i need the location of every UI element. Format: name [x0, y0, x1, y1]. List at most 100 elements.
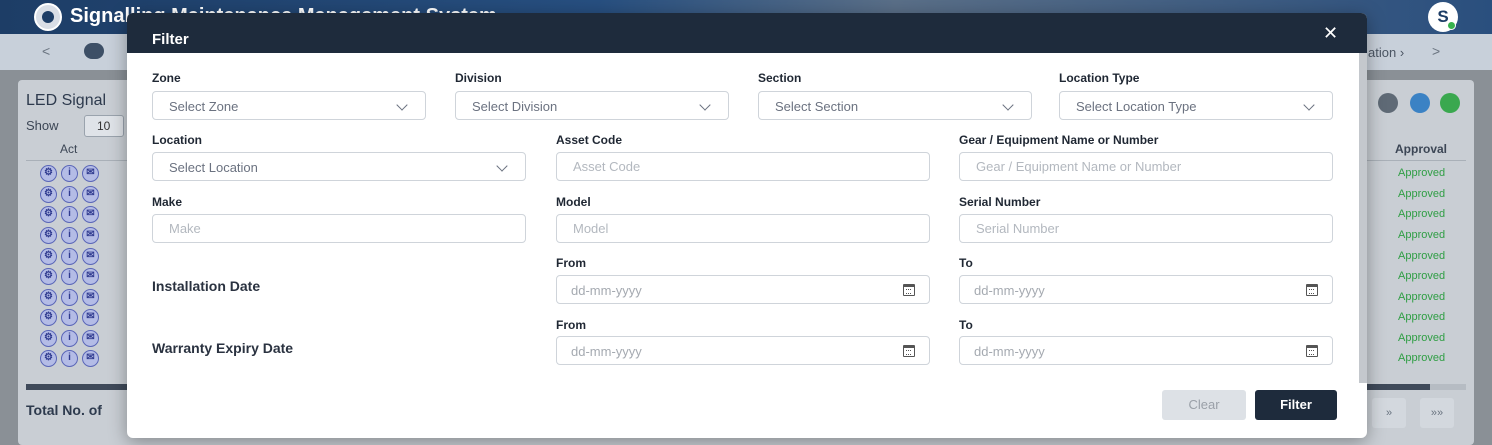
serial-number-label: Serial Number	[959, 195, 1041, 209]
installation-from-date[interactable]: dd-mm-yyyy	[556, 275, 930, 304]
table-row: ⚙ i ✉	[40, 330, 130, 348]
settings-icon[interactable]: ⚙	[40, 309, 57, 326]
zone-label: Zone	[152, 71, 181, 85]
gear-equipment-input[interactable]	[960, 153, 1332, 180]
edit-icon[interactable]: ✉	[82, 206, 99, 223]
table-row: ⚙ i ✉	[40, 186, 130, 204]
show-entries-select[interactable]: 10	[84, 115, 124, 137]
info-icon[interactable]: i	[61, 165, 78, 182]
model-input[interactable]	[557, 215, 929, 242]
edit-icon[interactable]: ✉	[82, 268, 99, 285]
calendar-icon[interactable]	[903, 284, 915, 296]
approval-column-header: Approval	[1395, 142, 1448, 156]
approval-status: Approved	[1398, 311, 1446, 323]
section-select-value: Select Section	[775, 99, 859, 114]
modal-scrollbar[interactable]	[1359, 53, 1367, 383]
info-icon[interactable]: i	[61, 186, 78, 203]
make-label: Make	[152, 195, 183, 209]
edit-icon[interactable]: ✉	[82, 309, 99, 326]
serial-number-input[interactable]	[960, 215, 1332, 242]
settings-icon[interactable]: ⚙	[40, 186, 57, 203]
location-type-select[interactable]: Select Location Type	[1059, 91, 1333, 120]
table-row: ⚙ i ✉	[40, 350, 130, 368]
serial-number-field	[959, 214, 1333, 243]
show-entries-label: Show	[26, 118, 59, 133]
approval-status: Approved	[1398, 332, 1446, 344]
warranty-to-date[interactable]: dd-mm-yyyy	[959, 336, 1333, 365]
info-icon[interactable]: i	[61, 206, 78, 223]
asset-code-input[interactable]	[557, 153, 929, 180]
info-icon[interactable]: i	[61, 350, 78, 367]
edit-icon[interactable]: ✉	[82, 227, 99, 244]
filter-button[interactable]: Filter	[1255, 390, 1337, 420]
approval-status: Approved	[1398, 229, 1446, 241]
nav-next-button[interactable]: >	[1432, 43, 1440, 59]
calendar-icon[interactable]	[903, 345, 915, 357]
settings-icon[interactable]: ⚙	[40, 248, 57, 265]
close-icon[interactable]: ✕	[1323, 23, 1338, 44]
breadcrumb-location[interactable]: ation ›	[1368, 45, 1404, 60]
calendar-icon[interactable]	[1306, 284, 1318, 296]
zone-select[interactable]: Select Zone	[152, 91, 426, 120]
info-icon[interactable]: i	[61, 330, 78, 347]
model-field	[556, 214, 930, 243]
info-icon[interactable]: i	[61, 227, 78, 244]
nav-prev-button[interactable]: <	[42, 43, 50, 59]
settings-icon[interactable]: ⚙	[40, 330, 57, 347]
warranty-from-label: From	[556, 318, 586, 332]
toolbar-gray-icon[interactable]	[1378, 93, 1398, 113]
installation-to-date[interactable]: dd-mm-yyyy	[959, 275, 1333, 304]
info-icon[interactable]: i	[61, 289, 78, 306]
modal-header: Filter ✕	[127, 13, 1367, 53]
asset-code-label: Asset Code	[556, 133, 623, 147]
approval-status: Approved	[1398, 270, 1446, 282]
approval-status: Approved	[1398, 208, 1446, 220]
settings-icon[interactable]: ⚙	[40, 165, 57, 182]
installation-from-placeholder: dd-mm-yyyy	[571, 283, 642, 298]
calendar-icon[interactable]	[1306, 345, 1318, 357]
settings-icon[interactable]: ⚙	[40, 227, 57, 244]
online-status-icon	[1447, 21, 1456, 30]
make-input[interactable]	[153, 215, 525, 242]
location-select[interactable]: Select Location	[152, 152, 526, 181]
filter-modal: Filter ✕ Zone Select Zone Division Selec…	[127, 13, 1367, 438]
info-icon[interactable]: i	[61, 248, 78, 265]
edit-icon[interactable]: ✉	[82, 289, 99, 306]
pagination-next-button[interactable]: »	[1372, 398, 1406, 428]
table-row: ⚙ i ✉	[40, 309, 130, 327]
add-icon[interactable]	[1410, 93, 1430, 113]
clear-button[interactable]: Clear	[1162, 390, 1246, 420]
approval-status: Approved	[1398, 250, 1446, 262]
settings-icon[interactable]: ⚙	[40, 206, 57, 223]
warranty-to-label: To	[959, 318, 973, 332]
table-row: ⚙ i ✉	[40, 227, 130, 245]
division-label: Division	[455, 71, 502, 85]
info-icon[interactable]: i	[61, 309, 78, 326]
installation-to-placeholder: dd-mm-yyyy	[974, 283, 1045, 298]
chevron-down-icon	[1002, 99, 1014, 111]
edit-icon[interactable]: ✉	[82, 248, 99, 265]
settings-icon[interactable]: ⚙	[40, 350, 57, 367]
dashboard-icon[interactable]	[84, 43, 104, 59]
model-label: Model	[556, 195, 591, 209]
edit-icon[interactable]: ✉	[82, 350, 99, 367]
info-icon[interactable]: i	[61, 268, 78, 285]
edit-icon[interactable]: ✉	[82, 165, 99, 182]
section-select[interactable]: Select Section	[758, 91, 1032, 120]
modal-title: Filter	[152, 31, 189, 48]
edit-icon[interactable]: ✉	[82, 330, 99, 347]
chevron-down-icon	[496, 160, 508, 172]
warranty-from-date[interactable]: dd-mm-yyyy	[556, 336, 930, 365]
settings-icon[interactable]: ⚙	[40, 268, 57, 285]
pagination-last-button[interactable]: »»	[1420, 398, 1454, 428]
table-row: ⚙ i ✉	[40, 268, 130, 286]
export-icon[interactable]	[1440, 93, 1460, 113]
approval-status: Approved	[1398, 188, 1446, 200]
location-select-value: Select Location	[169, 160, 258, 175]
settings-icon[interactable]: ⚙	[40, 289, 57, 306]
division-select[interactable]: Select Division	[455, 91, 729, 120]
edit-icon[interactable]: ✉	[82, 186, 99, 203]
indian-railways-logo-icon	[34, 3, 62, 31]
division-select-value: Select Division	[472, 99, 558, 114]
total-records-label: Total No. of	[26, 402, 102, 418]
